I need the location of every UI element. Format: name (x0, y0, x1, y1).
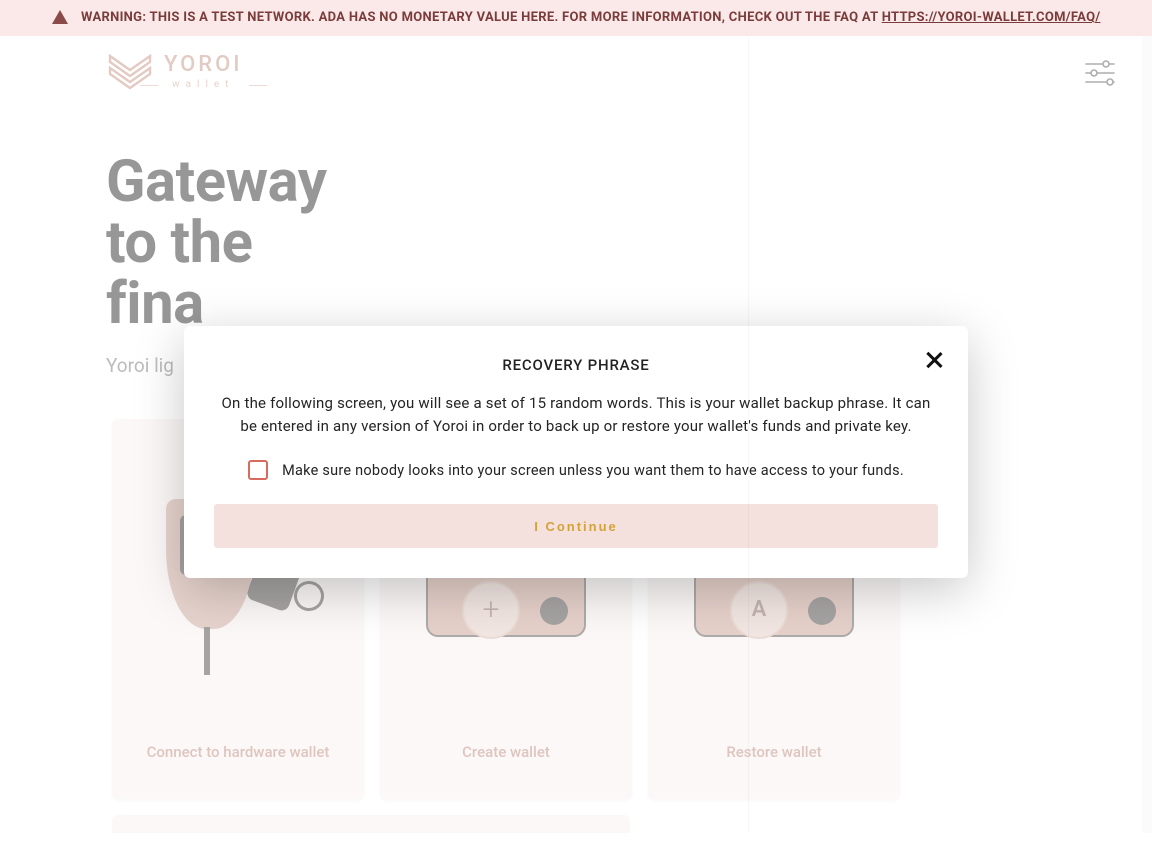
warning-faq-link[interactable]: HTTPS://YOROI-WALLET.COM/FAQ/ (882, 10, 1101, 25)
continue-button[interactable]: I Continue (214, 504, 938, 548)
page-root: YOROI wallet Gateway to the fina Yoroi l… (0, 36, 1152, 833)
warning-text: WARNING: THIS IS A TEST NETWORK. ADA HAS… (81, 10, 882, 25)
recovery-phrase-modal: RECOVERY PHRASE On the following screen,… (184, 326, 968, 579)
nobody-watching-checkbox[interactable] (248, 460, 268, 480)
warning-triangle-icon (52, 10, 68, 24)
button-label: I Continue (534, 519, 618, 534)
close-icon[interactable] (922, 348, 946, 372)
modal-title: RECOVERY PHRASE (214, 356, 938, 374)
checkbox-label: Make sure nobody looks into your screen … (282, 462, 904, 479)
modal-confirm-row: Make sure nobody looks into your screen … (214, 460, 938, 480)
modal-body-text: On the following screen, you will see a … (214, 392, 938, 439)
testnet-warning-banner: WARNING: THIS IS A TEST NETWORK. ADA HAS… (0, 0, 1152, 36)
